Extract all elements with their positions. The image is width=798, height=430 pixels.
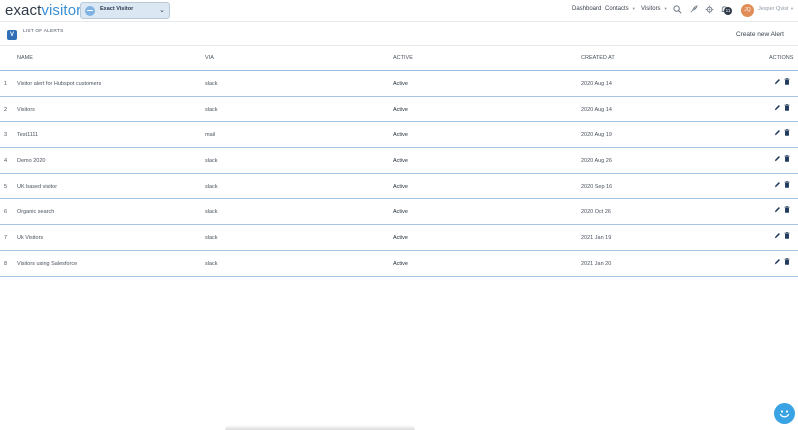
alert-name: Visitor alert for Hubspot customers [17, 81, 102, 87]
nav-dashboard[interactable]: Dashboard [572, 6, 601, 12]
chevron-down-icon: ▼ [663, 6, 668, 11]
app-logo[interactable]: exactvisitor [5, 2, 81, 19]
table-row[interactable]: 5 UK based visitor slack Active 2020 Sep 16 [0, 174, 798, 200]
row-number: 4 [4, 158, 8, 165]
alert-created-date: 2020 Oct 26 [581, 209, 611, 216]
alert-channel: slack [205, 81, 218, 87]
alert-status: Active [393, 106, 408, 113]
site-selector[interactable]: Exact Visitor ⌄ [80, 2, 170, 19]
row-number: 8 [4, 260, 8, 267]
alert-name: Visitors [17, 106, 35, 113]
trash-icon[interactable] [784, 78, 790, 85]
alert-channel: slack [205, 106, 218, 113]
alert-status: Active [393, 158, 408, 165]
column-header-created: CREATED AT [581, 55, 615, 61]
alert-status: Active [393, 132, 408, 139]
alert-status: Active [393, 183, 408, 190]
alert-created-date: 2020 Aug 14 [581, 81, 612, 87]
row-number: 6 [4, 209, 8, 216]
notification-count-badge: 11 [724, 7, 732, 15]
chat-widget-button[interactable] [774, 403, 795, 424]
trash-icon[interactable] [784, 257, 790, 265]
nav-visitors[interactable]: Visitors ▼ [641, 6, 668, 12]
alert-channel: slack [205, 235, 218, 242]
alert-created-date: 2021 Jan 19 [581, 235, 612, 242]
chevron-down-icon[interactable]: ▼ [790, 6, 794, 11]
alert-channel: slack [205, 260, 218, 267]
row-number: 5 [4, 183, 8, 190]
pencil-icon[interactable] [774, 206, 781, 213]
alert-created-date: 2020 Sep 16 [581, 183, 613, 190]
alert-channel: mail [205, 132, 216, 139]
pencil-icon[interactable] [774, 258, 781, 265]
alert-channel: slack [205, 209, 218, 216]
alert-name: Organic search [17, 209, 55, 216]
alert-status: Active [393, 81, 408, 87]
top-navbar: exactvisitor Exact Visitor ⌄ Dashboard C… [0, 0, 798, 22]
alert-channel: slack [205, 158, 218, 165]
table-body: 1 Visitor alert for Hubspot customers slac… [0, 71, 798, 277]
table-row[interactable]: 2 Visitors slack Active 2020 Aug 14 [0, 97, 798, 123]
chevron-down-icon: ▼ [631, 6, 636, 11]
table-row[interactable]: 4 Demo 2020 slack Active 2020 Aug 26 [0, 148, 798, 174]
bottom-shadow [225, 425, 415, 430]
alert-created-date: 2020 Aug 14 [581, 106, 612, 113]
table-row[interactable]: 7 Uk Visitors slack Active 2021 Jan 19 [0, 225, 798, 251]
alert-status: Active [393, 235, 408, 242]
create-alert-button[interactable]: Create new Alert [736, 31, 784, 38]
row-number: 3 [4, 132, 8, 139]
search-icon[interactable] [672, 5, 682, 15]
alert-status: Active [393, 209, 408, 216]
pencil-icon[interactable] [774, 78, 781, 85]
alert-name: UK based visitor [17, 183, 58, 190]
alert-name: Demo 2020 [17, 158, 46, 165]
trash-icon[interactable] [784, 103, 790, 111]
pencil-icon[interactable] [774, 181, 781, 188]
column-header-via: VIA [205, 55, 214, 61]
trash-icon[interactable] [784, 129, 790, 137]
pencil-icon[interactable] [774, 232, 781, 239]
table-row[interactable]: 1 Visitor alert for Hubspot customers slac… [0, 71, 798, 97]
column-header-active: ACTIVE [393, 55, 413, 61]
site-selector-value: Exact Visitor [100, 6, 134, 12]
trash-icon[interactable] [784, 180, 790, 188]
nav-contacts[interactable]: Contacts ▼ [605, 6, 636, 12]
nav-visitors-label: Visitors [641, 6, 661, 12]
column-header-actions: ACTIONS [769, 55, 794, 61]
chevron-down-icon: ⌄ [159, 7, 165, 14]
pencil-icon[interactable] [774, 129, 781, 136]
row-number: 2 [4, 106, 8, 113]
alerts-table: NAME VIA ACTIVE CREATED AT ACTIONS 1 Visi… [0, 46, 798, 277]
trash-icon[interactable] [784, 206, 790, 214]
alert-created-date: 2020 Aug 19 [581, 132, 612, 139]
alert-created-date: 2021 Jan 20 [581, 260, 612, 267]
table-header: NAME VIA ACTIVE CREATED AT ACTIONS [0, 46, 798, 71]
alert-name: Visitors using Salesforce [17, 260, 78, 267]
alert-name: Uk Visitors [17, 235, 44, 242]
avatar[interactable]: JQ [741, 4, 754, 17]
table-row[interactable]: 8 Visitors using Salesforce slack Active 202… [0, 251, 798, 277]
alert-status: Active [393, 260, 408, 267]
trash-icon[interactable] [784, 155, 790, 162]
row-number: 7 [4, 235, 8, 242]
row-number: 1 [4, 81, 8, 87]
alert-name: Test1111 [17, 132, 39, 139]
page-title: LIST OF ALERTS [23, 29, 64, 34]
globe-icon [85, 6, 95, 16]
gear-icon[interactable] [704, 5, 714, 15]
alert-channel: slack [205, 183, 218, 190]
table-row[interactable]: 3 Test1111 mail Active 2020 Aug 19 [0, 122, 798, 149]
column-header-name: NAME [17, 55, 33, 61]
pencil-icon[interactable] [774, 104, 781, 111]
pencil-icon[interactable] [774, 155, 781, 162]
alert-created-date: 2020 Aug 26 [581, 158, 612, 165]
table-row[interactable]: 6 Organic search slack Active 2020 Oct 26 [0, 199, 798, 226]
rocket-icon[interactable] [688, 5, 698, 15]
nav-contacts-label: Contacts [605, 6, 629, 12]
trash-icon[interactable] [784, 232, 790, 239]
visitor-logo-icon: V [7, 30, 17, 40]
user-name[interactable]: Jesper Qvist [758, 6, 789, 12]
chat-icon [779, 410, 790, 418]
